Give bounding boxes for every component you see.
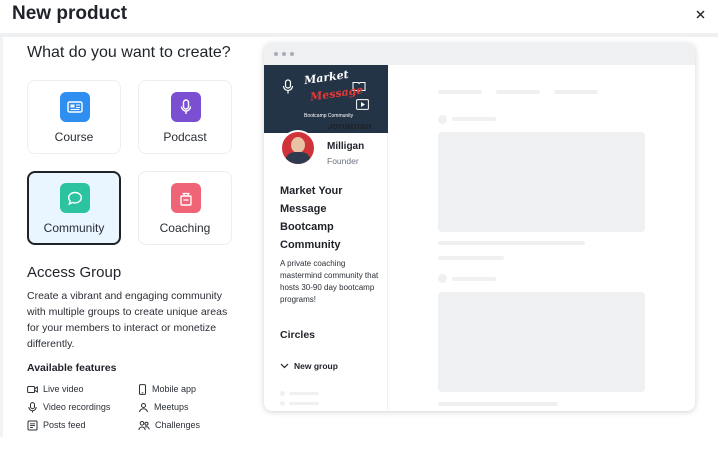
placeholder: [438, 402, 558, 406]
dialog-title: New product: [12, 3, 128, 24]
chat-bubble-icon: [60, 183, 90, 213]
banner-subtitle: Bootcamp Community: [304, 113, 354, 119]
product-type-community[interactable]: Community: [27, 171, 121, 245]
feature-item: Meetups: [138, 401, 189, 413]
left-edge: [0, 37, 3, 437]
placeholder: [452, 277, 496, 281]
challenges-icon: [138, 420, 150, 430]
product-type-course[interactable]: Course: [27, 80, 121, 154]
avatar: [280, 130, 316, 166]
circles-title: Circles: [280, 329, 316, 341]
video-icon: [27, 385, 38, 393]
placeholder: [554, 90, 598, 94]
chevron-down-icon: [280, 363, 289, 369]
placeholder: [452, 117, 496, 121]
feature-label: Meetups: [154, 402, 189, 412]
placeholder: [289, 402, 319, 405]
feature-label: Challenges: [155, 420, 201, 430]
window-dot: [282, 52, 286, 56]
tile-label: Community: [43, 221, 105, 235]
owner-first-name: Jonathan: [327, 124, 372, 132]
feature-label: Live video: [43, 384, 84, 394]
feature-label: Video recordings: [43, 402, 111, 412]
community-name: Market Your Message Bootcamp Community: [280, 185, 343, 251]
group-title: Access Group: [27, 264, 122, 281]
microphone-icon: [28, 401, 37, 412]
play-icon: [356, 99, 369, 110]
group-description: Create a vibrant and engaging community …: [27, 290, 228, 350]
meetups-icon: [139, 402, 148, 412]
preview-sidebar: Market Message Bootcamp Community Jonath…: [264, 65, 388, 411]
placeholder: [280, 401, 285, 406]
placeholder: [438, 274, 447, 283]
feature-item: Video recordings: [27, 401, 110, 413]
feature-label: Posts feed: [43, 420, 86, 430]
placeholder: [438, 115, 447, 124]
microphone-icon: [171, 92, 201, 122]
features-title: Available features: [27, 362, 117, 374]
product-type-podcast[interactable]: Podcast: [138, 80, 232, 154]
dialog-header: New product: [0, 0, 718, 34]
placeholder: [438, 90, 482, 94]
feature-item: Live video: [27, 383, 84, 395]
close-button[interactable]: [692, 6, 708, 22]
header-divider: [0, 33, 718, 37]
window-dot: [290, 52, 294, 56]
create-heading: What do you want to create?: [27, 44, 231, 61]
tile-label: Coaching: [159, 221, 211, 235]
placeholder: [496, 90, 540, 94]
window-dot: [274, 52, 278, 56]
feature-item: Posts feed: [27, 419, 86, 431]
community-description: A private coaching mastermind community …: [280, 259, 379, 304]
course-icon: [60, 92, 90, 122]
feature-label: Mobile app: [152, 384, 197, 394]
placeholder: [438, 256, 504, 260]
owner-last-name: Milligan: [327, 141, 365, 152]
placeholder: [280, 391, 285, 396]
banner-text: Market: [303, 67, 350, 88]
new-group-label: New group: [294, 361, 338, 371]
feature-item: Challenges: [138, 419, 200, 431]
placeholder: [438, 241, 585, 245]
placeholder: [289, 392, 319, 395]
tile-label: Podcast: [163, 130, 207, 144]
post-placeholder: [438, 292, 645, 392]
community-banner: Market Message Bootcamp Community: [264, 65, 388, 133]
posts-icon: [27, 420, 38, 430]
feature-item: Mobile app: [138, 383, 196, 395]
tile-label: Course: [54, 130, 94, 144]
post-placeholder: [438, 132, 645, 232]
coaching-icon: [171, 183, 201, 213]
new-group-button[interactable]: New group: [280, 361, 338, 371]
product-type-coaching[interactable]: Coaching: [138, 171, 232, 245]
community-preview: Market Message Bootcamp Community Jonath…: [264, 43, 695, 411]
preview-window-bar: [264, 43, 695, 65]
close-icon: [696, 10, 704, 18]
owner-role: Founder: [327, 156, 359, 166]
microphone-icon: [282, 79, 294, 94]
mobile-icon: [139, 383, 146, 395]
